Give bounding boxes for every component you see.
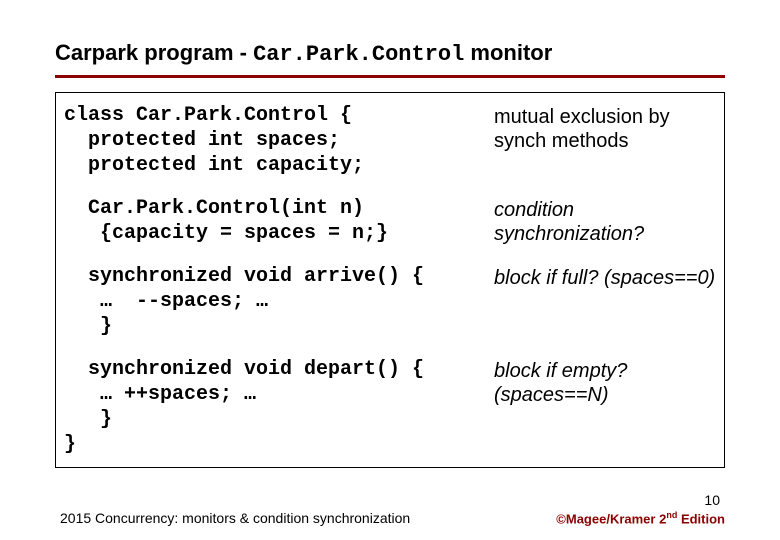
footer-left: 2015 Concurrency: monitors & condition s…: [60, 510, 410, 526]
code-block: synchronized void arrive() { … --spaces;…: [64, 264, 494, 339]
annotation: mutual exclusion by synch methods: [494, 103, 716, 153]
ordinal-suffix: nd: [666, 510, 677, 520]
code-block: synchronized void depart() { … ++spaces;…: [64, 357, 494, 457]
title-rule: [55, 75, 725, 78]
code-row: synchronized void arrive() { … --spaces;…: [64, 264, 716, 339]
footer-copyright: ©Magee/Kramer: [556, 511, 659, 526]
code-row: class Car.Park.Control { protected int s…: [64, 103, 716, 178]
code-row: Car.Park.Control(int n) {capacity = spac…: [64, 196, 716, 246]
footer-right: ©Magee/Kramer 2nd Edition: [556, 510, 725, 526]
code-block: class Car.Park.Control { protected int s…: [64, 103, 494, 178]
slide-number: 10: [704, 492, 720, 508]
code-block: Car.Park.Control(int n) {capacity = spac…: [64, 196, 494, 246]
code-box: class Car.Park.Control { protected int s…: [55, 92, 725, 468]
slide-title: Carpark program - Car.Park.Control monit…: [55, 40, 725, 75]
title-prefix: Carpark program -: [55, 40, 253, 65]
footer-edition-word: Edition: [677, 511, 725, 526]
annotation: block if empty? (spaces==N): [494, 357, 716, 407]
annotation: block if full? (spaces==0): [494, 264, 716, 290]
title-suffix: monitor: [464, 40, 552, 65]
code-row: synchronized void depart() { … ++spaces;…: [64, 357, 716, 457]
annotation: condition synchronization?: [494, 196, 716, 246]
title-mono: Car.Park.Control: [253, 42, 464, 67]
